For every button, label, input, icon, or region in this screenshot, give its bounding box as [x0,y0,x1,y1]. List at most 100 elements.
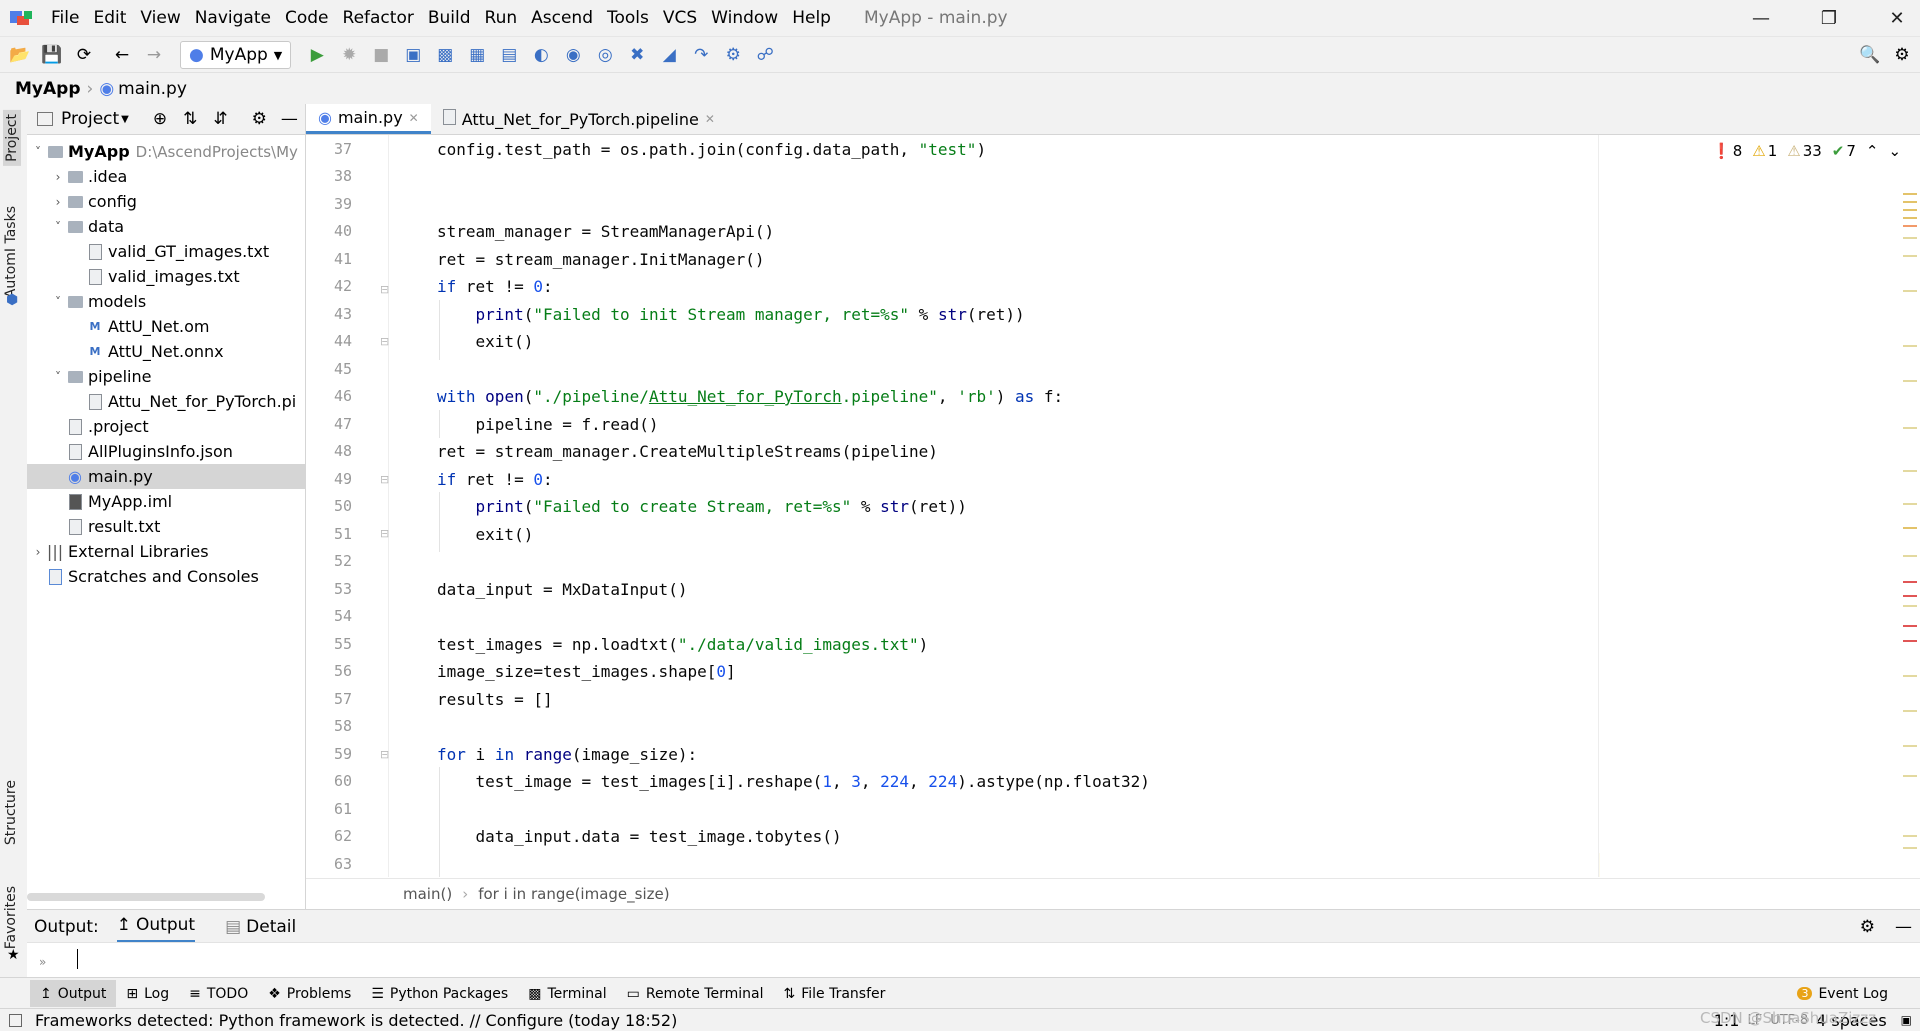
chevron-down-icon[interactable]: ˅ [51,220,65,234]
open-folder-icon[interactable]: 📂 [4,39,36,71]
menu-run[interactable]: Run [478,0,525,36]
fold-marker-icon[interactable]: ⊟ [380,748,389,761]
tree-item[interactable]: M AttU_Net.om [27,314,305,339]
crumb-function[interactable]: main() [403,885,452,903]
fold-marker-icon[interactable]: ⊟ [380,527,389,540]
stripe-mark[interactable] [1903,345,1917,347]
code-editor[interactable]: config.test_path = os.path.join(config.d… [389,135,1599,877]
tree-item[interactable]: ˅ pipeline [27,364,305,389]
stripe-mark[interactable] [1903,209,1917,211]
tab-main-py[interactable]: ◉ main.py ✕ [306,104,431,134]
output-settings-icon[interactable]: ⚙ [1860,917,1875,937]
tree-item[interactable]: result.txt [27,514,305,539]
tree-item[interactable]: › ||| External Libraries [27,539,305,564]
tree-item[interactable]: › config [27,189,305,214]
tab-detail[interactable]: ▤ Detail [225,917,296,937]
tree-root[interactable]: ˅ MyApp D:\AscendProjects\My [27,139,305,164]
status-message[interactable]: Frameworks detected: Python framework is… [35,1011,677,1030]
locate-file-icon[interactable]: ⊕ [153,109,167,129]
stripe-mark[interactable] [1903,380,1917,382]
ascend-tool-9-icon[interactable]: ◢ [653,39,685,71]
stripe-mark[interactable] [1903,835,1917,837]
tree-item[interactable]: › .idea [27,164,305,189]
ascend-tool-12-icon[interactable]: ☍ [749,39,781,71]
tool-tab-todo[interactable]: ≡ TODO [179,980,258,1007]
tree-item[interactable]: M AttU_Net.onnx [27,339,305,364]
stripe-mark[interactable] [1903,847,1917,849]
crumb-loop[interactable]: for i in range(image_size) [478,885,669,903]
stripe-mark[interactable] [1903,201,1917,203]
tab-output[interactable]: ↥ Output [116,910,196,943]
restore-button[interactable]: ❐ [1806,0,1852,36]
stripe-mark[interactable] [1903,640,1917,642]
close-tab-icon[interactable]: ✕ [705,112,715,126]
stripe-mark[interactable] [1903,775,1917,777]
chevron-right-icon[interactable]: › [31,545,45,559]
menu-ascend[interactable]: Ascend [524,0,600,36]
close-tab-icon[interactable]: ✕ [409,111,419,125]
stripe-mark[interactable] [1903,555,1917,557]
settings-gear-icon[interactable]: ⚙ [1886,39,1918,71]
menu-edit[interactable]: Edit [86,0,133,36]
stripe-mark[interactable] [1903,237,1917,239]
close-window-button[interactable]: ✕ [1874,0,1920,36]
favorites-side-tab[interactable]: Favorites [3,886,19,949]
ascend-tool-1-icon[interactable]: ▣ [397,39,429,71]
stripe-mark[interactable] [1903,217,1917,219]
weak-warning-count[interactable]: ⚠ 33 [1787,142,1822,160]
expand-all-icon[interactable]: ⇅ [183,109,197,129]
stripe-mark[interactable] [1903,581,1917,583]
tree-item[interactable]: valid_images.txt [27,264,305,289]
search-icon[interactable]: 🔍 [1854,39,1886,71]
menu-vcs[interactable]: VCS [656,0,704,36]
error-count[interactable]: ❗ 8 [1712,142,1742,160]
chevron-down-icon[interactable]: ˅ [51,370,65,384]
fold-marker-icon[interactable]: ⊟ [380,283,389,296]
fold-marker-icon[interactable]: ⊟ [380,335,389,348]
ascend-tool-8-icon[interactable]: ✖ [621,39,653,71]
stripe-mark[interactable] [1903,710,1917,712]
tree-item[interactable]: valid_GT_images.txt [27,239,305,264]
stripe-mark[interactable] [1903,193,1917,195]
tool-tab-output[interactable]: ↥ Output [30,980,117,1007]
stripe-mark[interactable] [1903,595,1917,597]
stripe-mark[interactable] [1903,290,1917,292]
fold-marker-icon[interactable]: ⊟ [380,473,389,486]
stripe-mark[interactable] [1903,745,1917,747]
stripe-mark[interactable] [1903,225,1917,227]
tool-tab-remote-terminal[interactable]: ▭ Remote Terminal [617,980,774,1007]
stripe-mark[interactable] [1903,503,1917,505]
panel-settings-icon[interactable]: ⚙ [252,109,267,129]
expand-chevron-icon[interactable]: » [39,955,46,969]
ok-count[interactable]: ✔ 7 [1832,142,1856,160]
tree-item[interactable]: ˅ data [27,214,305,239]
tree-item[interactable]: ˅ models [27,289,305,314]
output-console[interactable]: » [27,942,1920,978]
chevron-right-icon[interactable]: › [51,170,65,184]
stripe-mark[interactable] [1903,427,1917,429]
sync-icon[interactable]: ⟳ [68,39,100,71]
menu-file[interactable]: File [44,0,86,36]
status-toggle-icon[interactable] [9,1013,22,1027]
automl-side-tab[interactable]: AutomI Tasks [3,206,19,298]
tree-item[interactable]: .project [27,414,305,439]
hide-output-icon[interactable]: — [1895,917,1912,937]
tool-tab-problems[interactable]: ❖ Problems [258,980,361,1007]
project-side-tab[interactable]: Project [3,110,21,166]
ascend-tool-7-icon[interactable]: ◎ [589,39,621,71]
ascend-tool-11-icon[interactable]: ⚙ [717,39,749,71]
chevron-right-icon[interactable]: › [51,195,65,209]
save-all-icon[interactable]: 💾 [36,39,68,71]
stop-icon[interactable]: ■ [365,39,397,71]
tool-tab-log[interactable]: ⊞ Log [116,980,179,1007]
tool-tab-file-transfer[interactable]: ⇅ File Transfer [773,980,895,1007]
ascend-tool-3-icon[interactable]: ▦ [461,39,493,71]
tool-tab-python-packages[interactable]: ☰ Python Packages [361,980,518,1007]
menu-view[interactable]: View [133,0,187,36]
stripe-mark[interactable] [1903,255,1917,257]
warning-count[interactable]: ⚠ 1 [1752,142,1777,160]
chevron-down-icon[interactable]: ˅ [31,145,45,159]
ascend-tool-5-icon[interactable]: ◐ [525,39,557,71]
menu-build[interactable]: Build [421,0,478,36]
menu-help[interactable]: Help [785,0,838,36]
